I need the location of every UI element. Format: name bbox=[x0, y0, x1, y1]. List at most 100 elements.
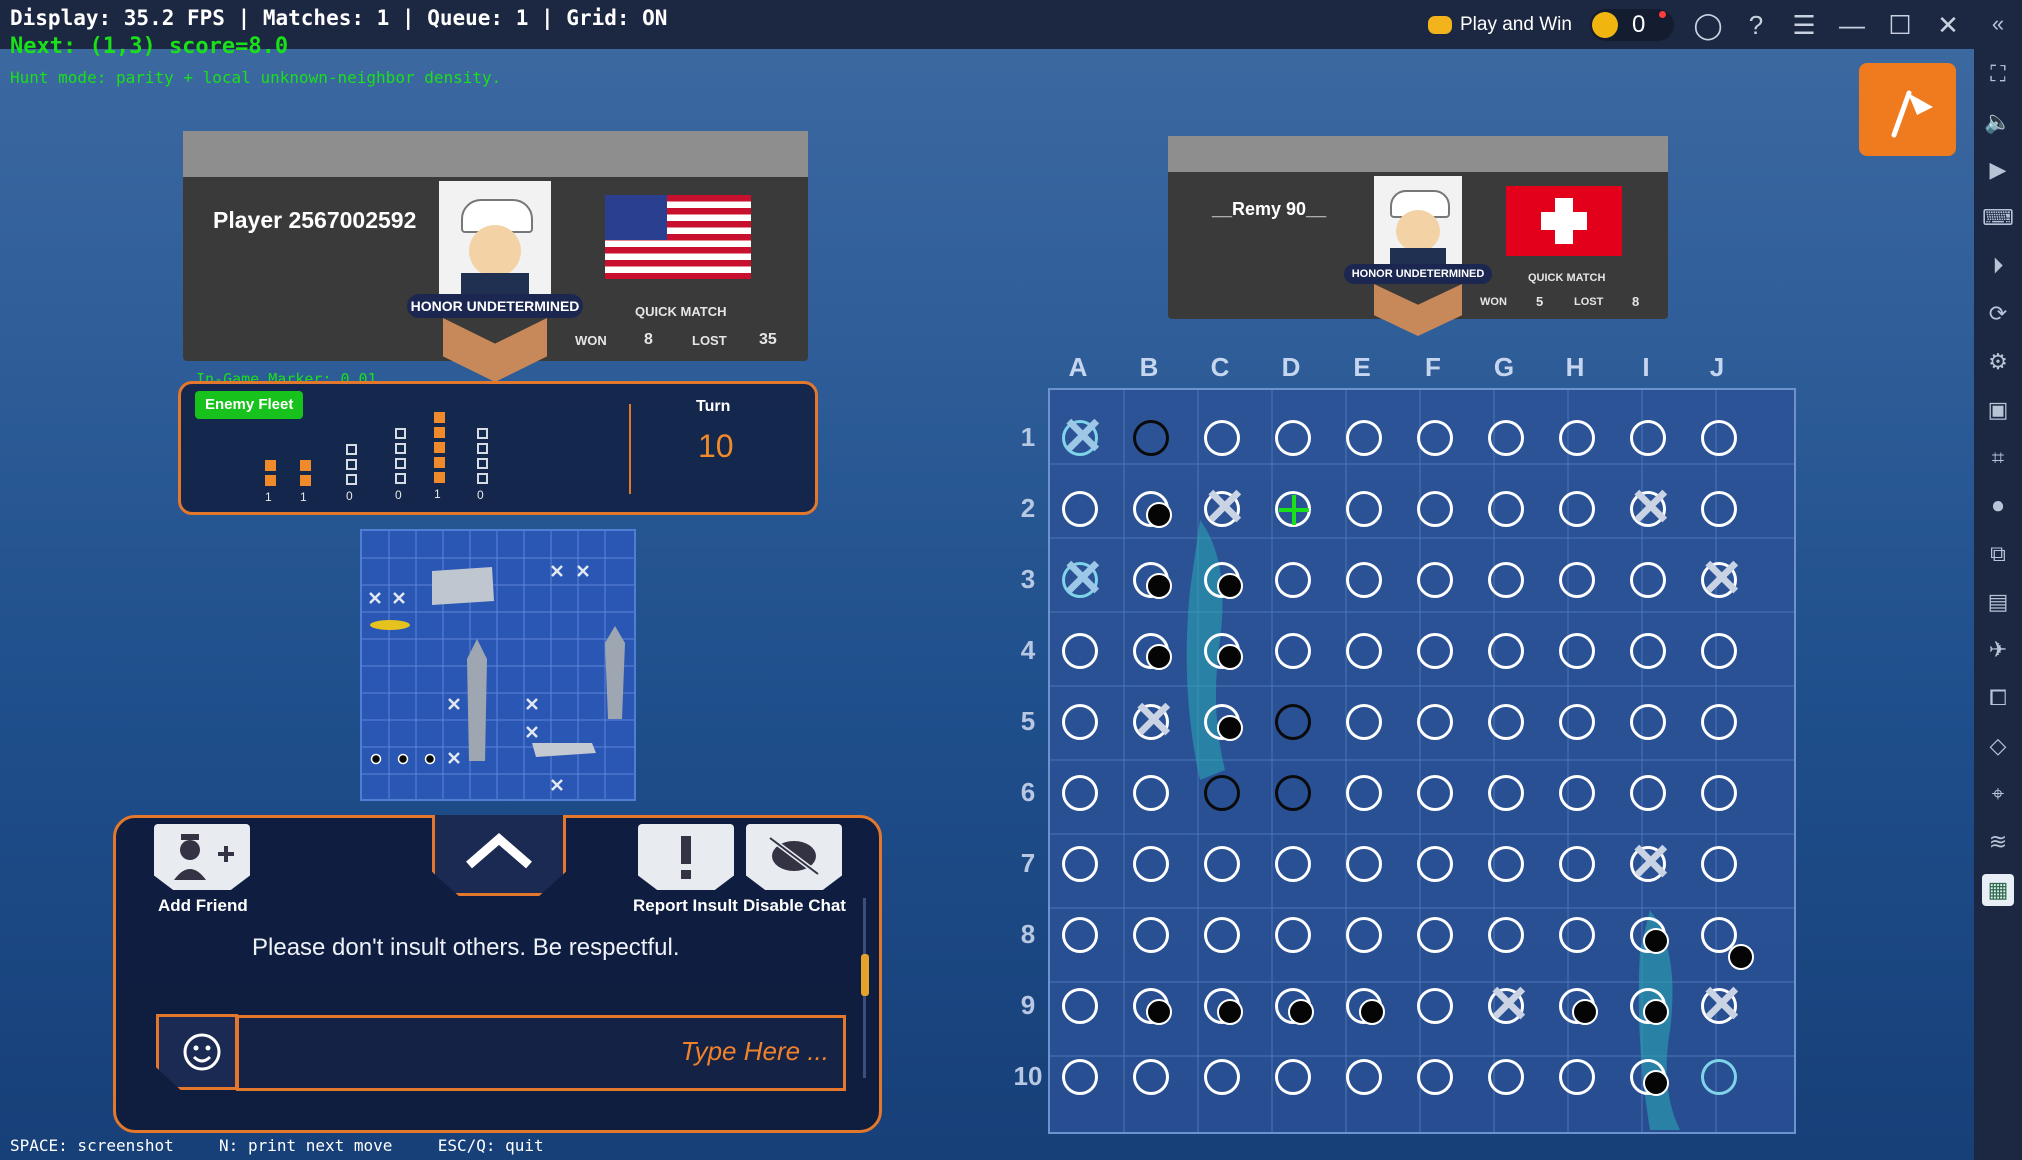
grid-cell-c8[interactable] bbox=[1189, 902, 1259, 972]
apk-icon[interactable]: ▣ bbox=[1982, 394, 2014, 426]
layers-icon[interactable]: ≋ bbox=[1982, 826, 2014, 858]
fullscreen-icon[interactable]: ⛶ bbox=[1982, 58, 2014, 90]
help-icon[interactable]: ? bbox=[1736, 5, 1776, 45]
grid-cell-g5[interactable] bbox=[1473, 689, 1543, 759]
keyboard-icon[interactable]: ⌨ bbox=[1982, 202, 2014, 234]
grid-cell-j1[interactable] bbox=[1686, 405, 1756, 475]
chat-expand-button[interactable] bbox=[432, 815, 566, 896]
surrender-button[interactable] bbox=[1859, 63, 1956, 156]
grid-cell-i8[interactable] bbox=[1615, 902, 1685, 972]
grid-cell-b7[interactable] bbox=[1118, 831, 1188, 901]
add-friend-button[interactable] bbox=[154, 824, 250, 890]
grid-cell-i5[interactable] bbox=[1615, 689, 1685, 759]
grid-cell-f9[interactable] bbox=[1402, 973, 1472, 1043]
grid-cell-f1[interactable] bbox=[1402, 405, 1472, 475]
grid-cell-f8[interactable] bbox=[1402, 902, 1472, 972]
app-preview-icon[interactable]: ▦ bbox=[1982, 874, 2014, 906]
grid-cell-i2[interactable]: ✕ bbox=[1615, 476, 1685, 546]
grid-cell-e1[interactable] bbox=[1331, 405, 1401, 475]
grid-cell-c10[interactable] bbox=[1189, 1044, 1259, 1114]
grid-cell-b3[interactable] bbox=[1118, 547, 1188, 617]
grid-cell-c9[interactable] bbox=[1189, 973, 1259, 1043]
media-icon[interactable]: ▤ bbox=[1982, 586, 2014, 618]
eraser-icon[interactable]: ◇ bbox=[1982, 730, 2014, 762]
grid-cell-h5[interactable] bbox=[1544, 689, 1614, 759]
grid-cell-d8[interactable] bbox=[1260, 902, 1330, 972]
grid-cell-f2[interactable] bbox=[1402, 476, 1472, 546]
grid-cell-a10[interactable] bbox=[1047, 1044, 1117, 1114]
grid-cell-f10[interactable] bbox=[1402, 1044, 1472, 1114]
grid-cell-a9[interactable] bbox=[1047, 973, 1117, 1043]
grid-cell-h2[interactable] bbox=[1544, 476, 1614, 546]
grid-cell-f6[interactable] bbox=[1402, 760, 1472, 830]
grid-cell-b8[interactable] bbox=[1118, 902, 1188, 972]
grid-cell-b2[interactable] bbox=[1118, 476, 1188, 546]
grid-cell-g8[interactable] bbox=[1473, 902, 1543, 972]
grid-cell-g3[interactable] bbox=[1473, 547, 1543, 617]
grid-cell-d6[interactable] bbox=[1260, 760, 1330, 830]
chat-input[interactable]: Type Here ... bbox=[236, 1015, 846, 1091]
grid-cell-b1[interactable] bbox=[1118, 405, 1188, 475]
grid-cell-a6[interactable] bbox=[1047, 760, 1117, 830]
grid-cell-g2[interactable] bbox=[1473, 476, 1543, 546]
grid-cell-j8[interactable] bbox=[1686, 902, 1756, 972]
volume-icon[interactable]: 🔈 bbox=[1982, 106, 2014, 138]
location-icon[interactable]: ⌖ bbox=[1982, 778, 2014, 810]
chat-scroll-thumb[interactable] bbox=[861, 954, 869, 996]
grid-cell-g1[interactable] bbox=[1473, 405, 1543, 475]
grid-cell-a1[interactable]: ✕ bbox=[1047, 405, 1117, 475]
grid-cell-e10[interactable] bbox=[1331, 1044, 1401, 1114]
grid-cell-h1[interactable] bbox=[1544, 405, 1614, 475]
maximize-icon[interactable]: ☐ bbox=[1880, 5, 1920, 45]
grid-cell-f5[interactable] bbox=[1402, 689, 1472, 759]
pointer-icon[interactable]: ▶ bbox=[1982, 154, 2014, 186]
grid-cell-c6[interactable] bbox=[1189, 760, 1259, 830]
grid-cell-i7[interactable]: ✕ bbox=[1615, 831, 1685, 901]
grid-cell-e2[interactable] bbox=[1331, 476, 1401, 546]
grid-cell-a2[interactable] bbox=[1047, 476, 1117, 546]
grid-cell-a4[interactable] bbox=[1047, 618, 1117, 688]
grid-cell-d10[interactable] bbox=[1260, 1044, 1330, 1114]
grid-cell-a5[interactable] bbox=[1047, 689, 1117, 759]
grid-cell-h10[interactable] bbox=[1544, 1044, 1614, 1114]
grid-cell-b6[interactable] bbox=[1118, 760, 1188, 830]
grid-cell-i10[interactable] bbox=[1615, 1044, 1685, 1114]
grid-cell-c7[interactable] bbox=[1189, 831, 1259, 901]
grid-cell-e9[interactable] bbox=[1331, 973, 1401, 1043]
grid-cell-j3[interactable]: ✕ bbox=[1686, 547, 1756, 617]
grid-cell-g6[interactable] bbox=[1473, 760, 1543, 830]
grid-cell-i9[interactable] bbox=[1615, 973, 1685, 1043]
grid-cell-d2[interactable] bbox=[1260, 476, 1330, 546]
menu-icon[interactable]: ☰ bbox=[1784, 5, 1824, 45]
grid-cell-e8[interactable] bbox=[1331, 902, 1401, 972]
grid-cell-h3[interactable] bbox=[1544, 547, 1614, 617]
macro-icon[interactable]: ⚙ bbox=[1982, 346, 2014, 378]
grid-cell-j6[interactable] bbox=[1686, 760, 1756, 830]
grid-cell-j4[interactable] bbox=[1686, 618, 1756, 688]
grid-cell-b10[interactable] bbox=[1118, 1044, 1188, 1114]
copy-icon[interactable]: ⧠ bbox=[1982, 682, 2014, 714]
grid-cell-a3[interactable]: ✕ bbox=[1047, 547, 1117, 617]
grid-cell-j5[interactable] bbox=[1686, 689, 1756, 759]
grid-cell-h7[interactable] bbox=[1544, 831, 1614, 901]
record-icon[interactable]: ⏺ bbox=[1982, 490, 2014, 522]
multi-instance-icon[interactable]: ⧉ bbox=[1982, 538, 2014, 570]
grid-cell-e7[interactable] bbox=[1331, 831, 1401, 901]
grid-cell-f4[interactable] bbox=[1402, 618, 1472, 688]
grid-cell-c4[interactable] bbox=[1189, 618, 1259, 688]
report-insult-button[interactable] bbox=[638, 824, 734, 890]
collapse-sidebar-icon[interactable]: « bbox=[1982, 8, 2014, 40]
grid-cell-d9[interactable] bbox=[1260, 973, 1330, 1043]
airplane-icon[interactable]: ✈ bbox=[1982, 634, 2014, 666]
screenshot-icon[interactable]: ⌗ bbox=[1982, 442, 2014, 474]
grid-cell-d7[interactable] bbox=[1260, 831, 1330, 901]
grid-cell-i3[interactable] bbox=[1615, 547, 1685, 617]
close-icon[interactable]: ✕ bbox=[1928, 5, 1968, 45]
grid-cell-c5[interactable] bbox=[1189, 689, 1259, 759]
grid-cell-g9[interactable]: ✕ bbox=[1473, 973, 1543, 1043]
rotate-icon[interactable]: ⟳ bbox=[1982, 298, 2014, 330]
grid-cell-f3[interactable] bbox=[1402, 547, 1472, 617]
grid-cell-g7[interactable] bbox=[1473, 831, 1543, 901]
play-icon[interactable]: ⏵ bbox=[1982, 250, 2014, 282]
grid-cell-d4[interactable] bbox=[1260, 618, 1330, 688]
